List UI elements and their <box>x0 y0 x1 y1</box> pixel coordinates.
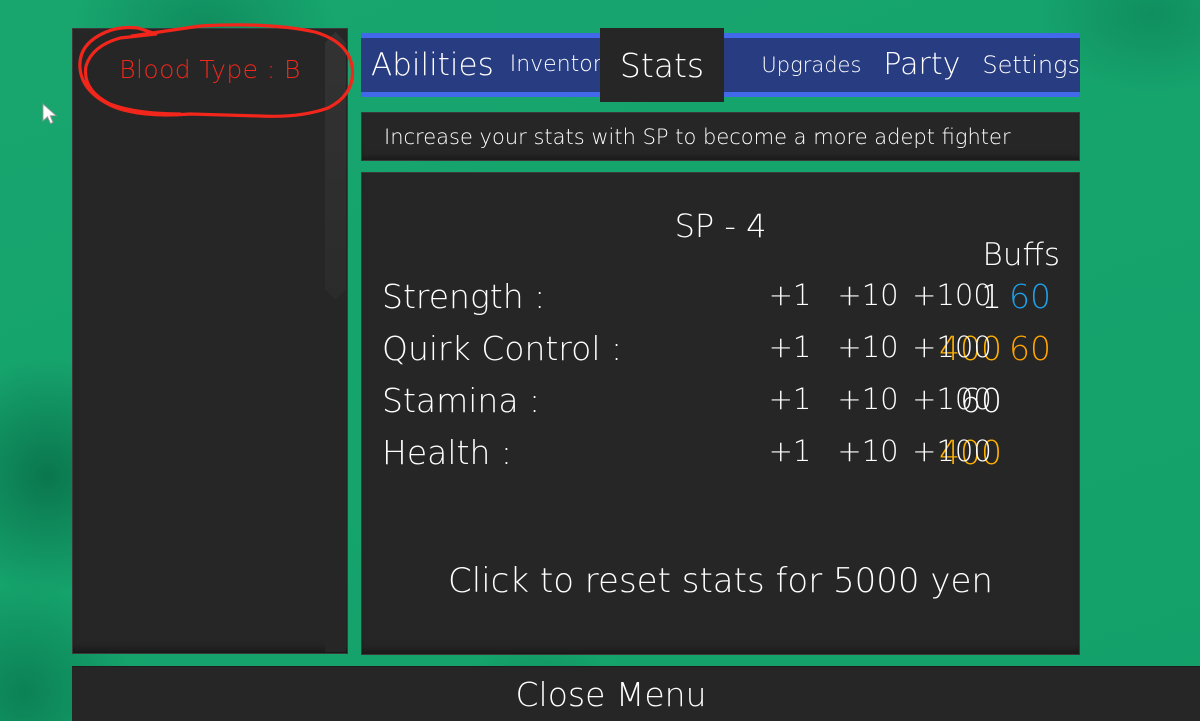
table-row: Health : 400 +1 +10 +100 <box>362 433 1079 485</box>
table-row: Stamina : 60 +1 +10 +100 <box>362 381 1079 433</box>
buffs-column-header: Buffs <box>982 237 1060 273</box>
tab-settings[interactable]: Settings <box>982 53 1080 77</box>
increase-strength-by-10-button[interactable]: +10 <box>832 278 904 312</box>
scrollbar-thumb[interactable] <box>325 32 346 300</box>
blood-type-label: Blood Type : B <box>119 55 301 84</box>
increase-health-by-100-button[interactable]: +100 <box>910 434 994 468</box>
increase-quirk-control-by-1-button[interactable]: +1 <box>760 330 820 364</box>
sp-points-label: SP - 4 <box>674 207 767 245</box>
increase-health-by-10-button[interactable]: +10 <box>832 434 904 468</box>
stat-buff-strength: 60 <box>1009 277 1051 316</box>
increase-stamina-by-100-button[interactable]: +100 <box>910 382 994 416</box>
increase-quirk-control-by-10-button[interactable]: +10 <box>832 330 904 364</box>
increase-stamina-by-1-button[interactable]: +1 <box>760 382 820 416</box>
description-bar: Increase your stats with SP to become a … <box>361 112 1080 161</box>
table-row: Strength : 1 +1 +10 +100 60 <box>362 277 1079 329</box>
stat-label-stamina: Stamina : <box>382 381 541 420</box>
description-text: Increase your stats with SP to become a … <box>384 124 1011 149</box>
stat-row-list: Strength : 1 +1 +10 +100 60 Quirk Contro… <box>362 277 1079 485</box>
close-menu-label: Close Menu <box>515 674 707 714</box>
tab-stats[interactable]: Stats <box>600 28 724 102</box>
stat-label-quirk-control: Quirk Control : <box>382 329 623 368</box>
reset-stats-button[interactable]: Click to reset stats for 5000 yen <box>362 561 1079 601</box>
character-panel-scrollbar[interactable] <box>325 30 346 652</box>
character-panel: Blood Type : B <box>72 28 348 654</box>
stats-panel: SP - 4 Buffs Strength : 1 +1 +10 +100 60… <box>361 172 1080 655</box>
game-screen: Blood Type : B Abilities Inventory Upgra… <box>0 0 1200 721</box>
tab-abilities[interactable]: Abilities <box>371 49 494 81</box>
increase-strength-by-100-button[interactable]: +100 <box>910 278 994 312</box>
stat-buff-quirk-control: 60 <box>1009 329 1051 368</box>
increase-strength-by-1-button[interactable]: +1 <box>760 278 820 312</box>
table-row: Quirk Control : 400 +1 +10 +100 60 <box>362 329 1079 381</box>
stat-label-strength: Strength : <box>382 277 546 316</box>
increase-health-by-1-button[interactable]: +1 <box>760 434 820 468</box>
close-menu-bar[interactable]: Close Menu <box>72 666 1200 721</box>
tab-upgrades[interactable]: Upgrades <box>761 54 861 76</box>
stat-label-health: Health : <box>382 433 512 472</box>
tab-party[interactable]: Party <box>883 50 960 80</box>
increase-stamina-by-10-button[interactable]: +10 <box>832 382 904 416</box>
increase-quirk-control-by-100-button[interactable]: +100 <box>910 330 994 364</box>
